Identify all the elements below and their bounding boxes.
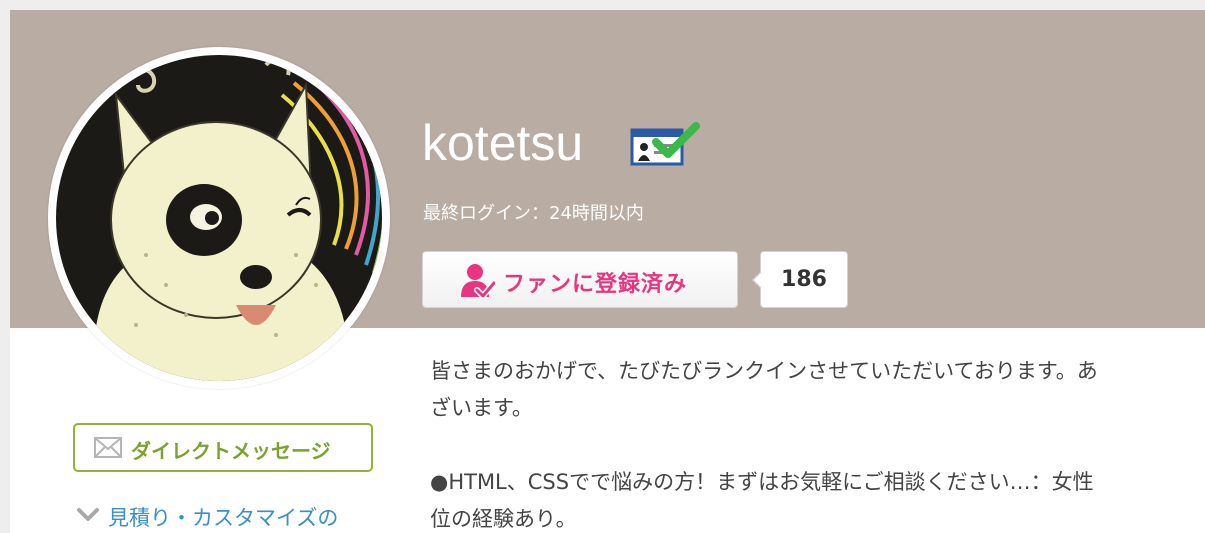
bio-line: ざいます。	[430, 396, 533, 420]
last-login-status: 最終ログイン：24時間以内	[423, 203, 644, 224]
bio-spacer	[430, 427, 1205, 464]
chevron-down-icon	[76, 506, 100, 524]
direct-message-button[interactable]: ダイレクトメッセージ	[73, 423, 373, 472]
bio-line: 皆さまのおかげで、たびたびランクインさせていただいております。あ	[430, 359, 1098, 383]
mail-icon	[94, 437, 122, 458]
avatar[interactable]	[56, 55, 382, 381]
avatar-frame	[48, 47, 390, 389]
estimate-customize-label: 見積り・カスタマイズの	[108, 506, 339, 530]
fan-button-label: ファンに登録済み	[503, 272, 688, 297]
profile-bio: 皆さまのおかげで、たびたびランクインさせていただいております。あ ざいます。 ●…	[430, 353, 1205, 533]
username: kotetsu	[422, 115, 584, 171]
id-verified-icon	[630, 120, 704, 168]
bio-line: ●HTML、CSSでで悩みの方！まずはお気軽にご相談ください…：女性	[430, 470, 1094, 494]
dog-avatar-icon	[56, 55, 382, 381]
fan-registered-button[interactable]: ファンに登録済み	[422, 251, 738, 308]
direct-message-label: ダイレクトメッセージ	[131, 439, 331, 463]
fan-count-badge: 186	[752, 251, 848, 308]
user-check-icon	[461, 263, 497, 299]
bio-line: 位の経験あり。	[430, 507, 577, 531]
profile-page: kotetsu 最終ログイン：24時間以内 ファンに登録済み 186 ダイレクト…	[10, 10, 1205, 533]
